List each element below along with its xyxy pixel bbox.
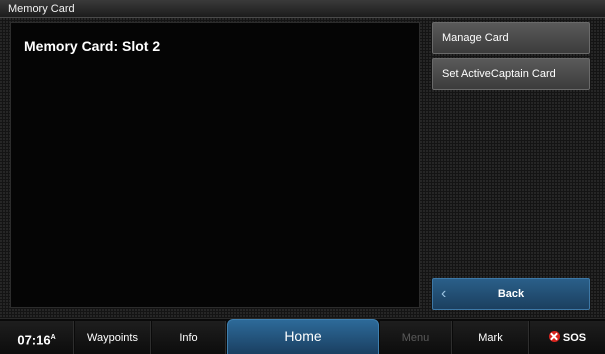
main-area: Memory Card: Slot 2 Manage Card Set Acti… <box>0 18 605 318</box>
sos-label: SOS <box>562 332 587 344</box>
menu-button[interactable]: Menu <box>380 321 452 354</box>
info-button[interactable]: Info <box>152 321 226 354</box>
back-button[interactable]: ‹ Back <box>432 278 590 310</box>
chevron-left-icon: ‹ <box>441 285 447 302</box>
sos-button[interactable]: SOS <box>530 321 605 354</box>
bottom-bar: 07:16A Waypoints Info Home Menu Mark SOS <box>0 318 605 354</box>
memory-card-panel: Memory Card: Slot 2 <box>10 22 420 308</box>
set-activecaptain-card-button[interactable]: Set ActiveCaptain Card <box>432 58 590 90</box>
clock: 07:16A <box>0 321 74 354</box>
window-title: Memory Card <box>0 0 605 18</box>
sos-icon <box>548 331 560 342</box>
clock-ampm: A <box>50 334 56 341</box>
back-button-label: Back <box>497 288 525 300</box>
mark-button[interactable]: Mark <box>453 321 529 354</box>
clock-time: 07:16 <box>17 332 51 348</box>
panel-title: Memory Card: Slot 2 <box>24 38 161 54</box>
manage-card-button[interactable]: Manage Card <box>432 22 590 54</box>
waypoints-button[interactable]: Waypoints <box>75 321 151 354</box>
home-button[interactable]: Home <box>227 319 379 354</box>
